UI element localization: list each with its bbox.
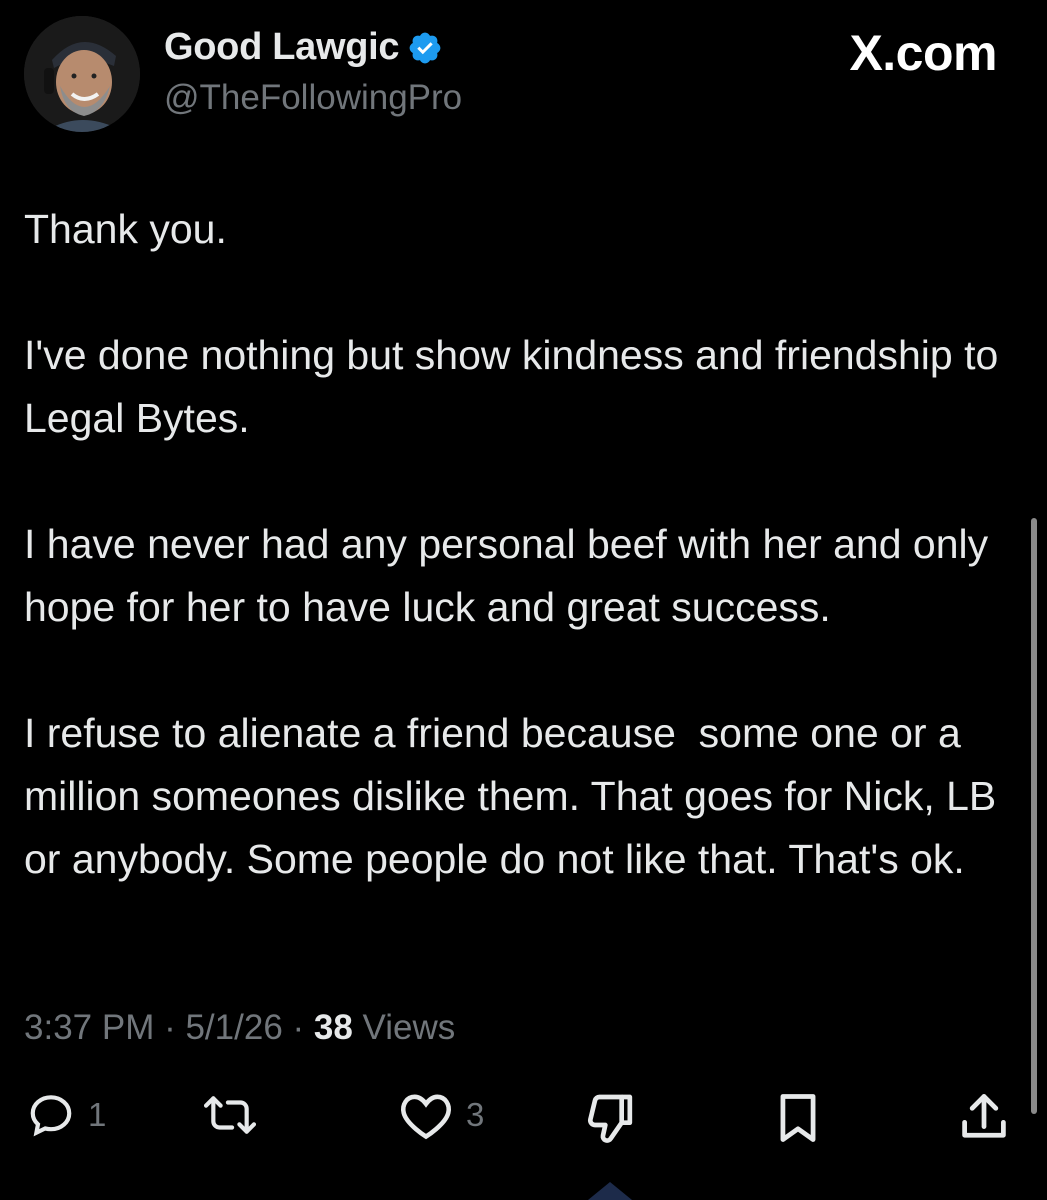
bottom-tab-indicator [588, 1182, 632, 1200]
verified-badge-icon [409, 32, 441, 63]
reply-count: 1 [88, 1096, 107, 1133]
like-count: 3 [466, 1096, 485, 1133]
author-name-row[interactable]: Good Lawgic [164, 26, 443, 69]
meta-separator: · [282, 1008, 314, 1047]
share-button[interactable] [958, 1090, 1010, 1146]
tweet-paragraph: I have never had any personal beef with … [24, 521, 1000, 630]
tweet-paragraph: Thank you. [24, 206, 227, 252]
tweet-meta: 3:37 PM · 5/1/26 · 38 Views [24, 1008, 455, 1048]
tweet-paragraph: I refuse to alienate a friend because so… [24, 710, 1008, 882]
bookmark-button[interactable] [772, 1090, 824, 1146]
reply-button[interactable]: 1 [26, 1090, 106, 1140]
repost-icon [203, 1096, 257, 1134]
heart-icon [401, 1094, 451, 1140]
reply-icon [30, 1095, 72, 1137]
dislike-button[interactable] [582, 1090, 638, 1146]
tweet-paragraph: I've done nothing but show kindness and … [24, 332, 1010, 441]
tweet-date[interactable]: 5/1/26 [185, 1008, 282, 1047]
meta-separator: · [154, 1008, 186, 1047]
tweet-text: Thank you. I've done nothing but show ki… [24, 198, 1024, 891]
like-button[interactable]: 3 [398, 1090, 484, 1140]
avatar[interactable] [24, 16, 140, 132]
thumbs-down-icon [588, 1094, 633, 1143]
author-handle[interactable]: @TheFollowingPro [164, 78, 462, 118]
tweet-time[interactable]: 3:37 PM [24, 1008, 154, 1047]
scrollbar[interactable] [1031, 518, 1037, 1114]
profile-photo-icon [24, 16, 140, 132]
bookmark-icon [780, 1094, 816, 1142]
views-count[interactable]: 38 [314, 1008, 353, 1047]
share-icon [962, 1094, 1006, 1138]
repost-button[interactable] [202, 1090, 270, 1140]
brand-logo: X.com [849, 25, 997, 81]
action-bar: 1 3 [0, 1090, 1047, 1160]
views-label: Views [352, 1008, 456, 1047]
author-display-name[interactable]: Good Lawgic [164, 26, 400, 69]
